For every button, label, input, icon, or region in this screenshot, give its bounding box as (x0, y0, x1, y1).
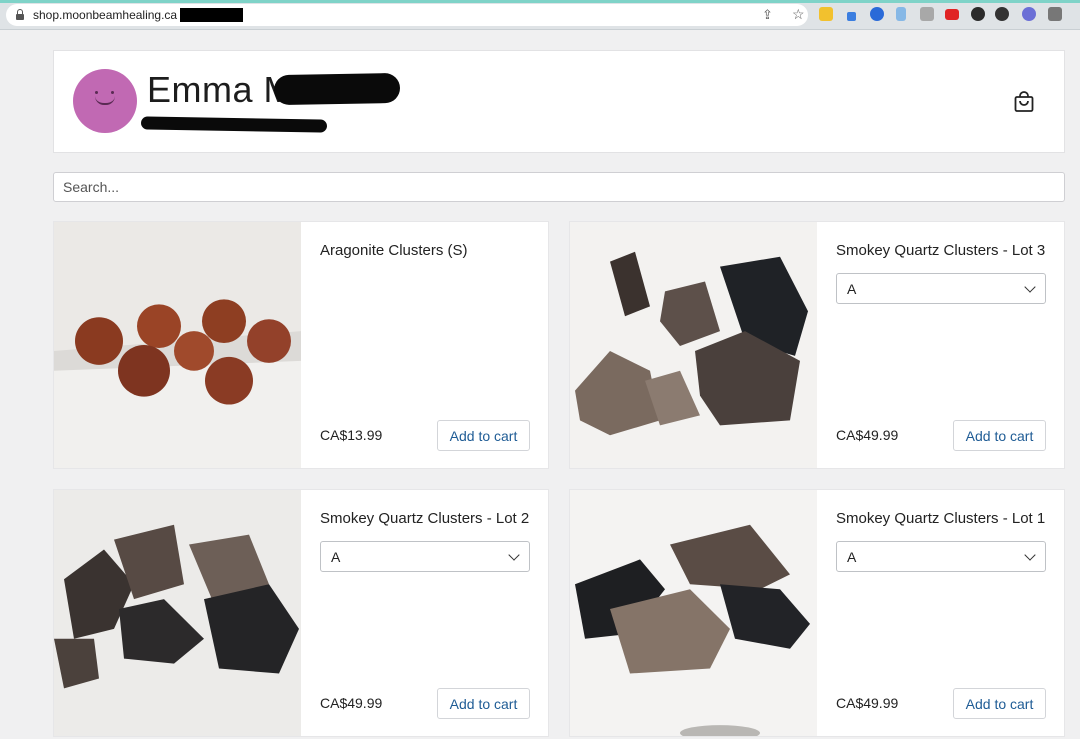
variant-select[interactable]: A (320, 541, 530, 572)
flag-icon[interactable] (896, 7, 906, 21)
product-image[interactable] (570, 222, 817, 468)
k-icon[interactable] (995, 7, 1009, 21)
variant-select-value: A (847, 281, 857, 297)
puzzle-icon[interactable] (1048, 7, 1062, 21)
circle-icon[interactable] (971, 7, 985, 21)
add-to-cart-button[interactable]: Add to cart (437, 688, 530, 719)
variant-select[interactable]: A (836, 541, 1046, 572)
bookmark-star-icon[interactable]: ☆ (792, 6, 805, 23)
product-title[interactable]: Smokey Quartz Clusters - Lot 2 (320, 510, 529, 527)
shopping-bag-icon[interactable] (1012, 90, 1036, 114)
product-card: Smokey Quartz Clusters - Lot 1 A CA$49.9… (569, 489, 1065, 737)
product-image[interactable] (54, 222, 301, 468)
address-bar[interactable]: shop.moonbeamhealing.ca ⇪ ☆ (6, 4, 808, 26)
product-card: Smokey Quartz Clusters - Lot 2 A CA$49.9… (53, 489, 549, 737)
product-price: CA$49.99 (836, 695, 899, 711)
variant-select-value: A (847, 549, 857, 565)
chevron-down-icon (1024, 549, 1036, 561)
share-icon[interactable]: ⇪ (762, 7, 773, 23)
add-to-cart-button[interactable]: Add to cart (953, 688, 1046, 719)
puzzle-badge-icon[interactable] (1022, 7, 1036, 21)
product-card: Aragonite Clusters (S) CA$13.99 Add to c… (53, 221, 549, 469)
notes-icon[interactable] (819, 7, 833, 21)
product-price: CA$49.99 (836, 427, 899, 443)
store-name: Emma M (147, 69, 294, 110)
chevron-down-icon (1024, 281, 1036, 293)
pen-tool-icon[interactable] (847, 12, 856, 21)
product-price: CA$49.99 (320, 695, 383, 711)
product-image[interactable] (54, 490, 301, 736)
circle-play-icon[interactable] (870, 7, 884, 21)
variant-select[interactable]: A (836, 273, 1046, 304)
product-title[interactable]: Smokey Quartz Clusters - Lot 1 (836, 510, 1045, 527)
add-to-cart-button[interactable]: Add to cart (437, 420, 530, 451)
store-header: Emma M (53, 50, 1065, 153)
youtube-icon[interactable] (945, 9, 959, 20)
product-title[interactable]: Smokey Quartz Clusters - Lot 3 (836, 242, 1045, 259)
product-image[interactable] (570, 490, 817, 736)
chevron-down-icon (508, 549, 520, 561)
code-icon[interactable] (920, 7, 934, 21)
redaction-bar (140, 116, 328, 133)
avatar[interactable] (73, 69, 137, 133)
variant-select-value: A (331, 549, 341, 565)
url-text[interactable]: shop.moonbeamhealing.ca (33, 8, 177, 22)
product-title[interactable]: Aragonite Clusters (S) (320, 242, 468, 259)
redaction-bar (273, 72, 401, 106)
search-input[interactable] (53, 172, 1065, 202)
add-to-cart-button[interactable]: Add to cart (953, 420, 1046, 451)
browser-toolbar: shop.moonbeamhealing.ca ⇪ ☆ (0, 0, 1080, 30)
product-card: Smokey Quartz Clusters - Lot 3 A CA$49.9… (569, 221, 1065, 469)
product-price: CA$13.99 (320, 427, 383, 443)
lock-icon[interactable] (16, 9, 24, 20)
redaction-bar (180, 8, 243, 22)
